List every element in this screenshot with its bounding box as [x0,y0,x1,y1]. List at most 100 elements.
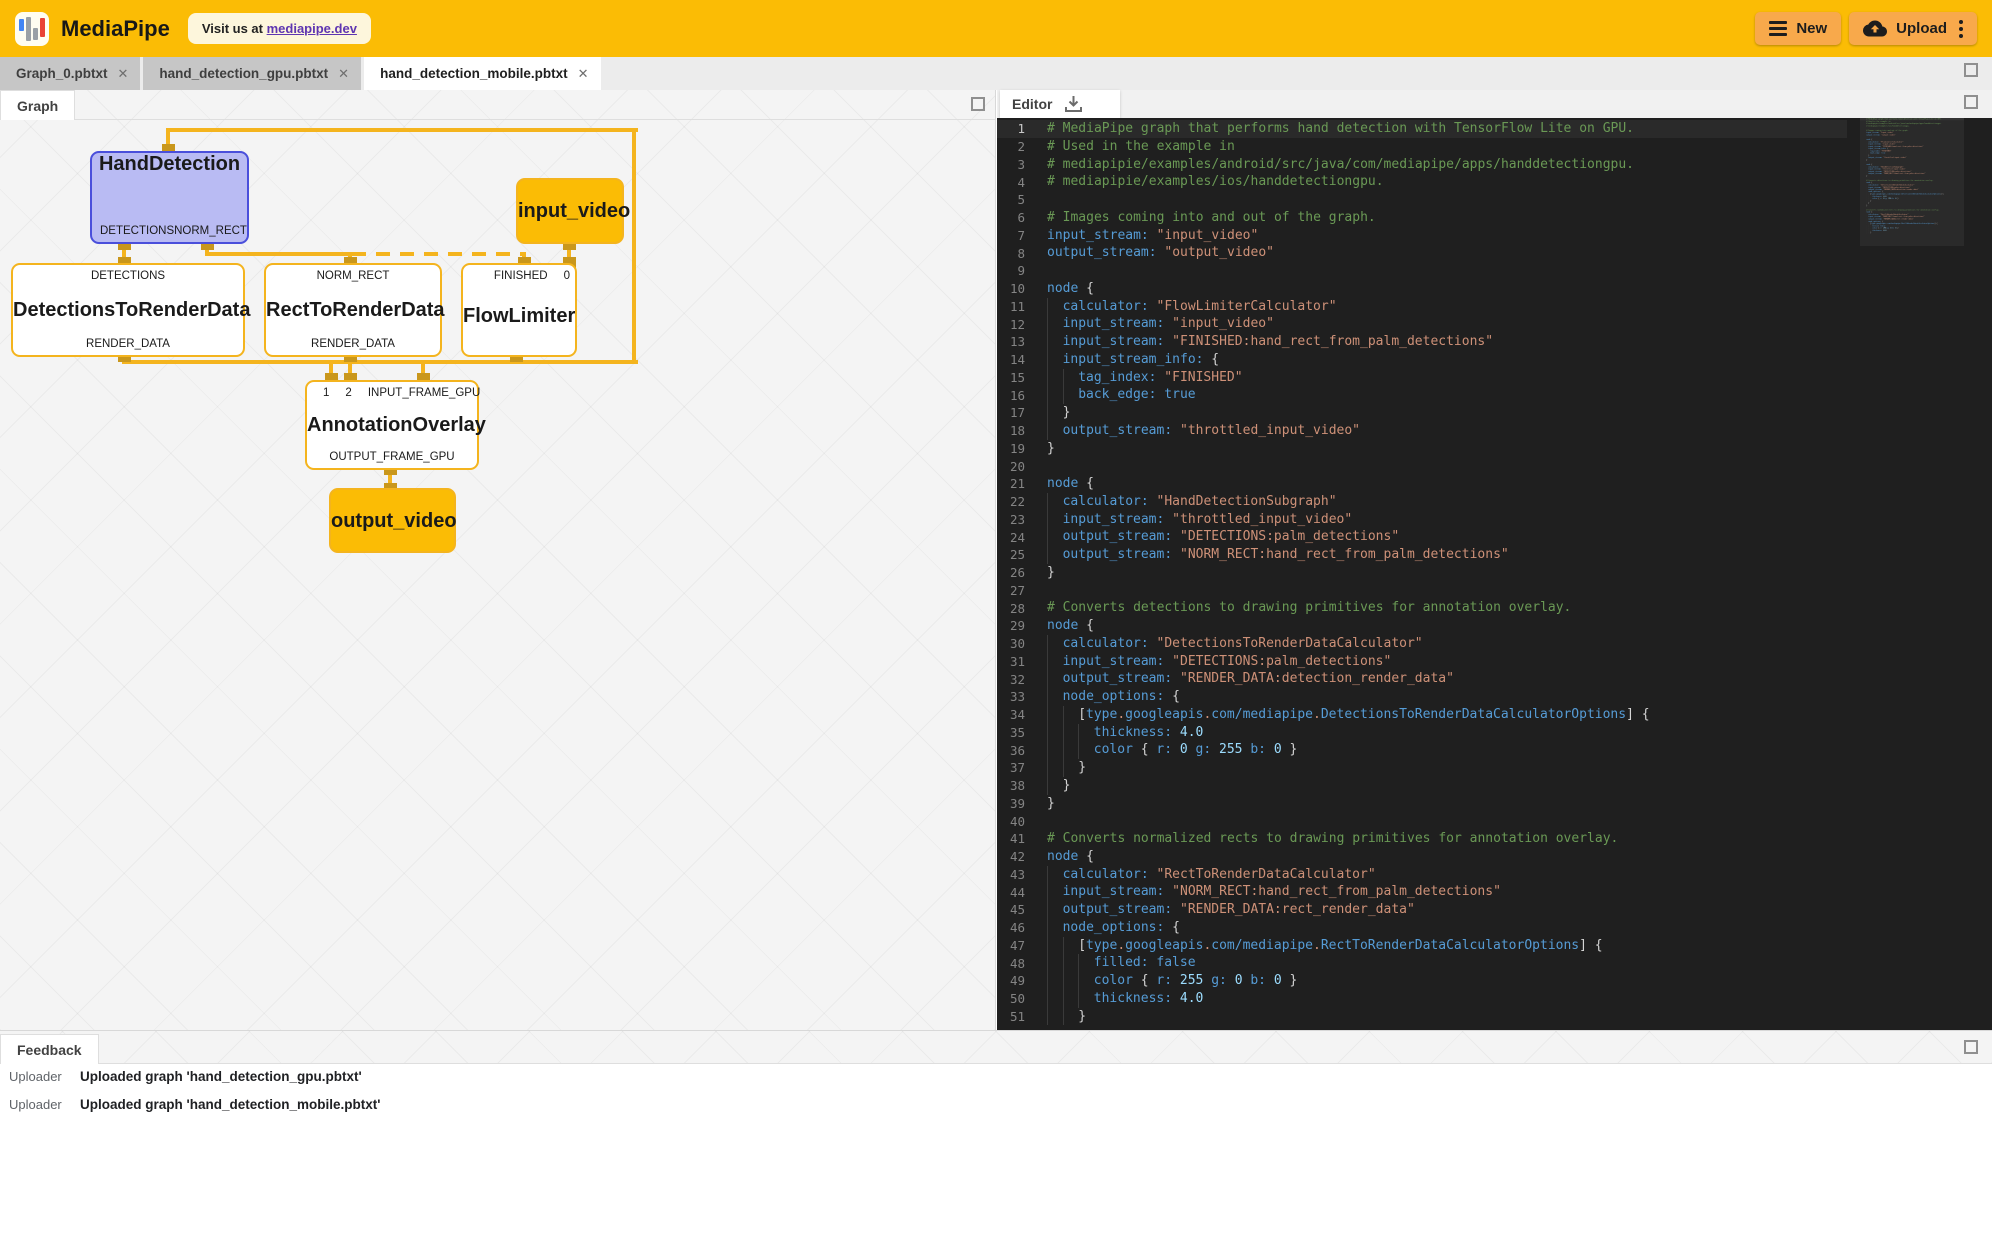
code-line: 13input_stream: "FINISHED:hand_rect_from… [997,333,1847,351]
graph-panel[interactable]: Graph HandDetectionDETECTIONSNORM_RECTin… [0,90,996,1030]
code-line: 21node { [997,475,1847,493]
port-label: NORM_RECT [174,225,247,237]
feedback-source: Uploader [9,1097,71,1112]
line-number: 13 [997,334,1047,349]
line-number: 43 [997,867,1047,882]
graph-node-hand_detection[interactable]: HandDetectionDETECTIONSNORM_RECT [90,151,249,244]
code-line: 45output_stream: "RENDER_DATA:rect_rende… [997,901,1847,919]
download-icon[interactable] [1064,95,1083,113]
line-number: 44 [997,885,1047,900]
code-line: 47[type.googleapis.com/mediapipe.RectToR… [997,937,1847,955]
close-tab-icon[interactable]: ✕ [338,66,349,82]
expand-feedback-icon[interactable] [1964,1040,1978,1054]
line-number: 16 [997,388,1047,403]
node-ports: 12INPUT_FRAME_GPU [307,382,477,404]
line-number: 8 [997,246,1047,261]
editor-panel: Editor 1# MediaPipe graph that performs … [997,90,1992,1030]
file-tab-bar: Graph_0.pbtxt✕hand_detection_gpu.pbtxt✕h… [0,57,1992,90]
node-title: FlowLimiter [463,305,575,327]
line-number: 31 [997,654,1047,669]
code-line: 42node { [997,848,1847,866]
expand-tabs-icon[interactable] [1964,63,1978,77]
code-line: 37} [997,759,1847,777]
code-line: 36color { r: 0 g: 255 b: 0 } [997,741,1847,759]
line-number: 21 [997,476,1047,491]
code-line: 44input_stream: "NORM_RECT:hand_rect_fro… [997,883,1847,901]
graph-node-flow_limiter[interactable]: FINISHED0 FlowLimiter [461,263,577,357]
graph-node-output_video[interactable]: output_video [329,488,456,553]
upload-button[interactable]: Upload [1849,12,1977,45]
new-button[interactable]: New [1755,12,1841,45]
graph-node-annotation_overlay[interactable]: 12INPUT_FRAME_GPUAnnotationOverlayOUTPUT… [305,380,479,470]
upload-menu-kebab-icon[interactable] [1959,20,1963,38]
code-line: 5 [997,191,1847,209]
line-number: 41 [997,831,1047,846]
line-number: 7 [997,228,1047,243]
code-line: 11calculator: "FlowLimiterCalculator" [997,298,1847,316]
code-line: 2# Used in the example in [997,138,1847,156]
code-editor[interactable]: 1# MediaPipe graph that performs hand de… [997,118,1992,1030]
tab-editor[interactable]: Editor [1000,90,1120,118]
port-label: RENDER_DATA [311,338,395,350]
code-line: 17} [997,404,1847,422]
node-ports: RENDER_DATA [13,333,243,355]
file-tab-Graph_0.pbtxt[interactable]: Graph_0.pbtxt✕ [0,57,140,90]
node-ports: OUTPUT_FRAME_GPU [307,446,477,468]
code-line: 51} [997,1008,1847,1026]
line-number: 38 [997,778,1047,793]
code-line: 48filled: false [997,954,1847,972]
line-number: 18 [997,423,1047,438]
close-tab-icon[interactable]: ✕ [118,66,129,82]
code-line: 10node { [997,280,1847,298]
port-label: INPUT_FRAME_GPU [368,387,480,399]
line-number: 23 [997,512,1047,527]
graph-node-input_video[interactable]: input_video [516,178,624,244]
code-line: 40 [997,812,1847,830]
line-number: 34 [997,707,1047,722]
file-tab-hand_detection_mobile.pbtxt[interactable]: hand_detection_mobile.pbtxt✕ [364,57,600,90]
port-label: NORM_RECT [317,270,390,282]
feedback-message: Uploaded graph 'hand_detection_mobile.pb… [80,1097,380,1112]
graph-edge [632,128,636,364]
code-line: 20 [997,457,1847,475]
tab-feedback[interactable]: Feedback [0,1034,99,1064]
graph-edge [166,128,638,132]
mediapipe-dev-link[interactable]: mediapipe.dev [267,21,357,36]
code-line: 8output_stream: "output_video" [997,244,1847,262]
node-title: HandDetection [92,153,247,175]
line-number: 45 [997,902,1047,917]
graph-edge [205,252,352,256]
code-line: 39} [997,795,1847,813]
line-number: 33 [997,689,1047,704]
line-number: 29 [997,618,1047,633]
node-ports: FINISHED0 [463,265,575,287]
port-label: 2 [345,387,351,399]
code-line: } [1860,232,1964,234]
port-label: FINISHED [494,270,548,282]
line-number: 15 [997,370,1047,385]
expand-editor-icon[interactable] [1964,95,1978,109]
code-line: 9 [997,262,1847,280]
graph-node-detections_to_render[interactable]: DETECTIONSDetectionsToRenderDataRENDER_D… [11,263,245,357]
node-title: output_video [331,510,454,532]
line-number: 12 [997,317,1047,332]
close-tab-icon[interactable]: ✕ [578,66,589,82]
node-title: AnnotationOverlay [307,414,477,436]
code-line: 25output_stream: "NORM_RECT:hand_rect_fr… [997,546,1847,564]
code-line: 1# MediaPipe graph that performs hand de… [997,120,1847,138]
port-label: OUTPUT_FRAME_GPU [329,451,454,463]
code-lines[interactable]: 1# MediaPipe graph that performs hand de… [997,120,1847,1025]
code-line: 4# mediapipie/examples/ios/handdetection… [997,173,1847,191]
file-tab-hand_detection_gpu.pbtxt[interactable]: hand_detection_gpu.pbtxt✕ [143,57,361,90]
code-line: 12input_stream: "input_video" [997,315,1847,333]
line-number: 11 [997,299,1047,314]
graph-node-rect_to_render[interactable]: NORM_RECTRectToRenderDataRENDER_DATA [264,263,442,357]
line-number: 51 [997,1009,1047,1024]
line-number: 14 [997,352,1047,367]
cloud-upload-icon [1863,20,1887,37]
feedback-header [0,1031,1992,1064]
editor-minimap[interactable]: # MediaPipe graph that performs hand det… [1860,118,1964,1030]
graph-canvas[interactable]: HandDetectionDETECTIONSNORM_RECT input_vi… [0,90,996,1030]
feedback-messages: UploaderUploaded graph 'hand_detection_g… [0,1069,1992,1125]
code-line: 23input_stream: "throttled_input_video" [997,511,1847,529]
